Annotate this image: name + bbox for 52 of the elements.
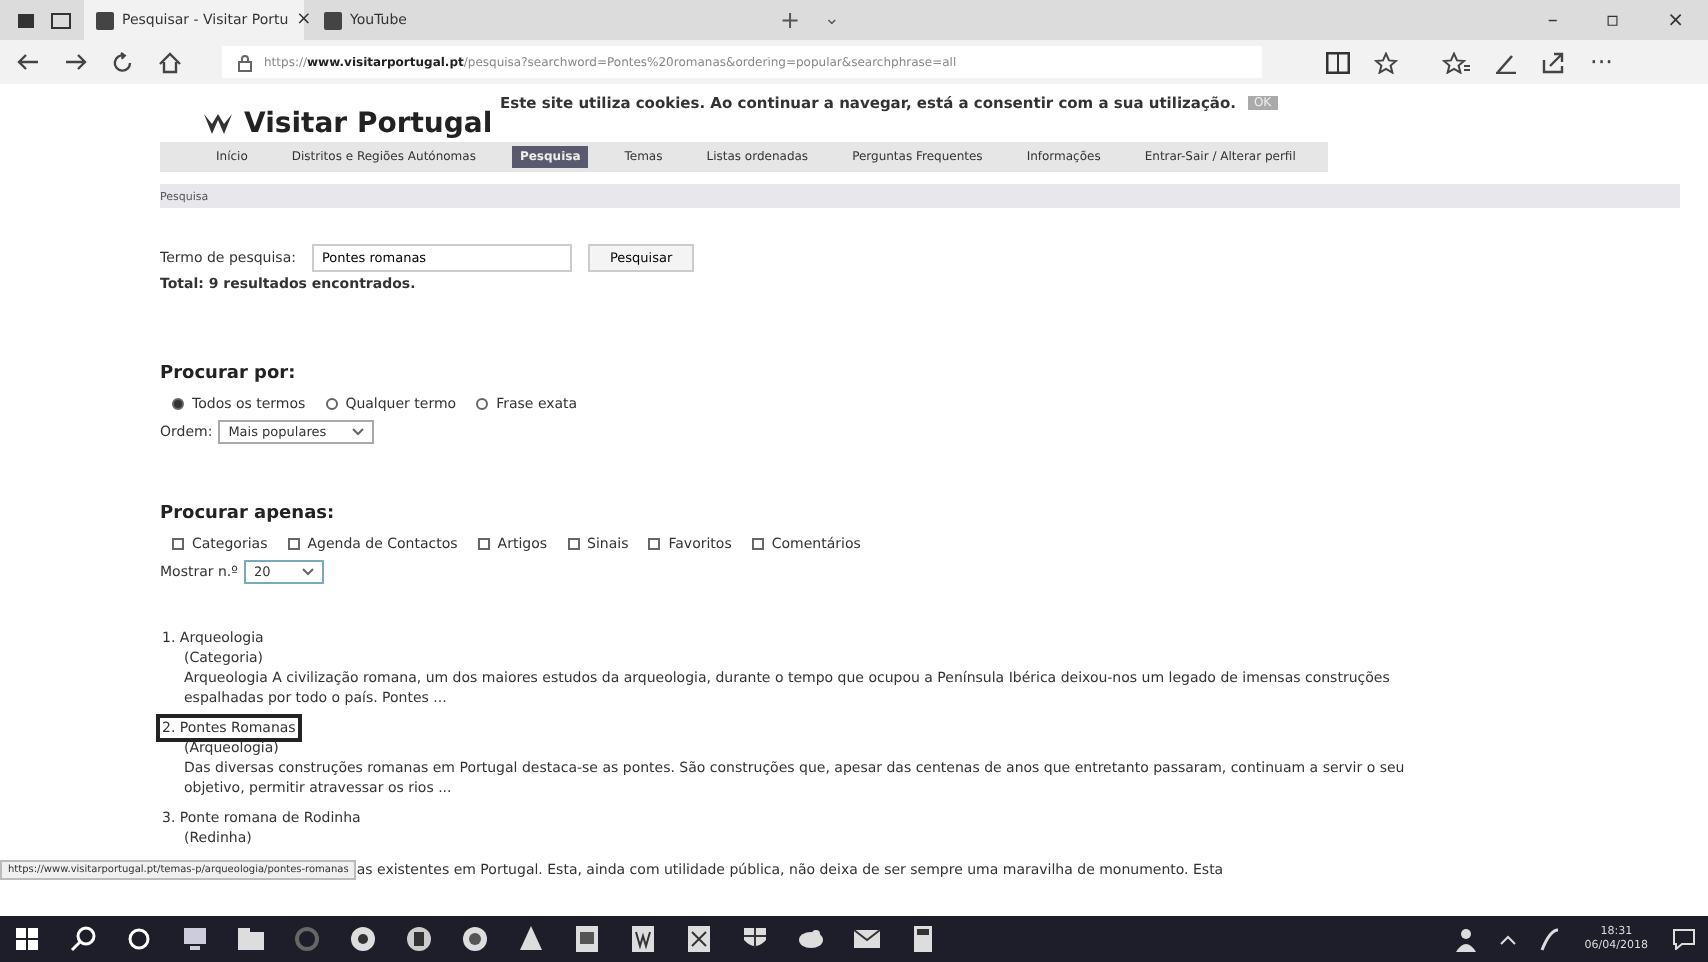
document-icon[interactable]: [572, 924, 602, 954]
folder-icon[interactable]: [236, 924, 266, 954]
checkbox[interactable]: [477, 538, 490, 550]
radio-button[interactable]: [476, 398, 489, 410]
star-icon[interactable]: [1374, 51, 1398, 73]
new-tab-button[interactable]: +: [780, 6, 801, 34]
refresh-icon[interactable]: [112, 51, 134, 73]
section-heading: Procurar apenas:: [160, 504, 337, 524]
globe-icon[interactable]: [348, 924, 378, 954]
monitor-icon[interactable]: [180, 924, 210, 954]
lock-icon: [238, 53, 252, 71]
edge-icon[interactable]: [292, 924, 322, 954]
reading-view-icon[interactable]: [1326, 51, 1350, 73]
radio-button[interactable]: [325, 398, 338, 410]
window-control-button[interactable]: ▫: [1605, 9, 1620, 31]
checkbox[interactable]: [648, 538, 661, 550]
back-icon[interactable]: [16, 52, 40, 72]
tab-menu-button[interactable]: ⌄: [824, 10, 840, 30]
search-icon[interactable]: [68, 924, 98, 954]
network-icon[interactable]: [1540, 927, 1561, 951]
envelope-icon[interactable]: [852, 924, 882, 954]
checkbox[interactable]: [172, 538, 184, 550]
favorites-icon[interactable]: [1442, 51, 1470, 73]
chevron-icon: [352, 428, 365, 436]
checkbox[interactable]: [287, 538, 300, 550]
more-button[interactable]: ···: [1590, 50, 1613, 74]
document-icon[interactable]: [628, 924, 658, 954]
home-icon[interactable]: [158, 51, 182, 73]
share-icon[interactable]: [1542, 51, 1566, 73]
checkbox[interactable]: [567, 538, 580, 550]
calculator-icon[interactable]: [908, 924, 938, 954]
section-heading: Procurar por:: [160, 364, 298, 384]
window-control-button[interactable]: ×: [1667, 9, 1684, 31]
chevron-icon: [301, 568, 314, 576]
page-icon: [324, 11, 342, 29]
circle-icon[interactable]: [124, 924, 154, 954]
forward-icon[interactable]: [64, 52, 88, 72]
shield-icon[interactable]: [740, 924, 770, 954]
page-icon: [96, 11, 114, 29]
pen-icon[interactable]: [1494, 51, 1518, 73]
window-control-button[interactable]: –: [1547, 9, 1558, 31]
chevron-up-icon[interactable]: [1500, 933, 1517, 945]
checkbox[interactable]: [751, 538, 764, 550]
notification-icon[interactable]: [1672, 928, 1696, 950]
start-icon[interactable]: [12, 924, 42, 954]
document-icon[interactable]: [684, 924, 714, 954]
radio-button[interactable]: [172, 398, 184, 410]
tab-actions-icon[interactable]: [16, 10, 76, 30]
logo-icon: [204, 114, 232, 134]
person-icon[interactable]: [1456, 927, 1477, 951]
cone-icon[interactable]: [516, 924, 546, 954]
site-logo[interactable]: Visitar Portugal: [244, 112, 493, 136]
